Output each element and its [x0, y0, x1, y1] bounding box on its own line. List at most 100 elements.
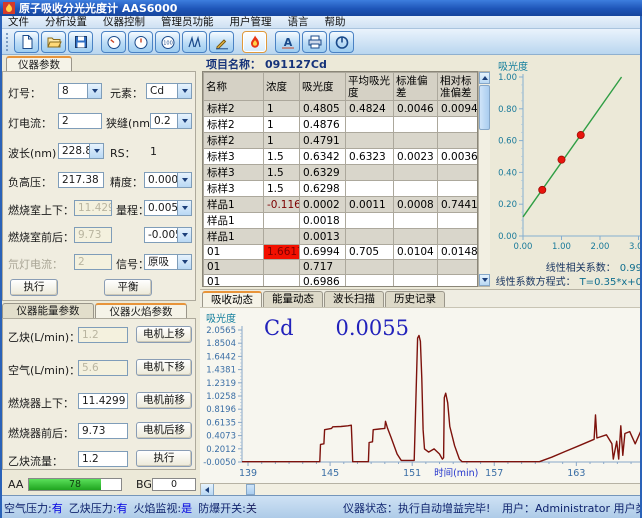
svg-text:0.00: 0.00 [514, 242, 533, 252]
table-row[interactable]: 标样210.4791 [204, 133, 479, 149]
menu-item-0[interactable]: 文件 [0, 16, 37, 29]
svg-text:A: A [283, 36, 292, 49]
chevron-down-icon[interactable] [177, 201, 191, 215]
svg-text:0.6135: 0.6135 [206, 418, 236, 428]
svg-text:100: 100 [163, 40, 173, 46]
table-row[interactable]: 标样31.50.63420.63230.00230.0036 [204, 149, 479, 165]
signal-select[interactable]: 原吸 [144, 254, 192, 270]
menu-item-6[interactable]: 帮助 [317, 16, 354, 29]
slit-select[interactable]: 0.2 [150, 113, 192, 129]
flame-execute-button[interactable]: 执行 [136, 450, 192, 467]
balance-button[interactable]: 平衡 [104, 279, 152, 296]
instrument-panel: 仪器参数 灯号： 8 元素： Cd 灯电流： 2 狭缝(nm)： 0.2 波长(… [0, 55, 200, 495]
menu-item-5[interactable]: 语言 [280, 16, 317, 29]
element-label: 元素： [110, 85, 143, 101]
cell-name: 样品1 [204, 197, 264, 213]
neg-hv-input[interactable]: 217.38 [58, 172, 104, 188]
lamp-no-select[interactable]: 8 [58, 83, 102, 99]
wavelength-scan-button[interactable] [182, 31, 207, 53]
motor-forward-button[interactable]: 电机前移 [136, 392, 192, 409]
dynamics-tab-strip: 吸收动态能量动态波长扫描历史记录 [202, 291, 446, 307]
meter-2-button[interactable] [128, 31, 153, 53]
motor-up-button[interactable]: 电机上移 [136, 326, 192, 343]
chevron-down-icon[interactable] [89, 144, 103, 158]
chevron-down-icon[interactable] [177, 255, 191, 269]
svg-text:0.2012: 0.2012 [206, 445, 236, 455]
window-title: 原子吸收分光光度计 AAS6000 [19, 0, 177, 16]
chevron-down-icon[interactable] [177, 84, 191, 98]
precision-select[interactable]: 0.0000 [144, 172, 192, 188]
new-file-button[interactable] [14, 31, 39, 53]
table-row[interactable]: 标样210.4876 [204, 117, 479, 133]
col-header[interactable]: 名称 [204, 73, 264, 101]
table-row[interactable]: 样品10.0013 [204, 229, 479, 245]
open-folder-button[interactable] [41, 31, 66, 53]
dyn-tab-1[interactable]: 能量动态 [263, 291, 323, 307]
calibration-panel: 吸光度 0.000.200.400.600.801.000.001.002.00… [490, 55, 642, 289]
scroll-left-icon[interactable] [201, 484, 214, 495]
cell-rsd [438, 229, 479, 245]
scroll-thumb[interactable] [479, 85, 490, 130]
motor-back-button[interactable]: 电机后移 [136, 422, 192, 439]
status-value: 有 [116, 502, 127, 515]
title-bar[interactable]: 原子吸收分光光度计 AAS6000 [0, 0, 642, 16]
dyn-tab-0[interactable]: 吸收动态 [202, 291, 262, 307]
printer-button[interactable] [302, 31, 327, 53]
col-header[interactable]: 吸光度 [300, 73, 346, 101]
menu-item-2[interactable]: 仪器控制 [95, 16, 153, 29]
col-header[interactable]: 相对标准偏差 [438, 73, 479, 101]
table-row[interactable]: 样品1-0.11640.00020.00110.00080.7441 [204, 197, 479, 213]
execute-button[interactable]: 执行 [10, 279, 58, 296]
burner-ud-label: 燃烧器上下： [8, 395, 74, 411]
d2-current-input: 2 [74, 254, 112, 270]
lamp-current-label: 灯电流： [8, 115, 52, 131]
rs-value: 1 [150, 145, 157, 158]
align-tool-button[interactable] [209, 31, 234, 53]
motor-down-button[interactable]: 电机下移 [136, 359, 192, 376]
flame-icon [247, 34, 263, 50]
chevron-down-icon[interactable] [87, 84, 101, 98]
chevron-down-icon[interactable] [177, 114, 191, 128]
table-row[interactable]: 标样31.50.6329 [204, 165, 479, 181]
table-row[interactable]: 010.717 [204, 260, 479, 275]
svg-text:157: 157 [485, 468, 503, 479]
range2-select[interactable]: -0.0050 [144, 227, 192, 243]
power-button[interactable] [329, 31, 354, 53]
auto-zero-button[interactable]: A [275, 31, 300, 53]
scroll-thumb[interactable] [246, 484, 255, 495]
burner-ud-input[interactable]: 11.4299 [78, 393, 128, 409]
scroll-up-icon[interactable] [479, 72, 490, 84]
flame-ignite-button[interactable] [242, 31, 267, 53]
save-button[interactable] [68, 31, 93, 53]
table-row[interactable]: 样品10.0018 [204, 213, 479, 229]
chevron-down-icon[interactable] [177, 228, 191, 242]
dyn-tab-2[interactable]: 波长扫描 [324, 291, 384, 307]
toolbar-grip[interactable] [6, 33, 9, 51]
table-row[interactable]: 011.66170.69940.7050.01040.0148 [204, 245, 479, 260]
element-select[interactable]: Cd [146, 83, 192, 99]
wavelength-select[interactable]: 228.8 [58, 143, 104, 159]
col-header[interactable]: 浓度 [264, 73, 300, 101]
table-row[interactable]: 标样31.50.6298 [204, 181, 479, 197]
param-tab-1[interactable]: 仪器火焰参数 [95, 303, 187, 318]
menu-item-3[interactable]: 管理员功能 [153, 16, 222, 29]
col-header[interactable]: 平均吸光度 [346, 73, 394, 101]
chevron-down-icon[interactable] [177, 173, 191, 187]
burner-fb-input[interactable]: 9.73 [78, 423, 128, 439]
dyn-tab-3[interactable]: 历史记录 [385, 291, 445, 307]
table-row[interactable]: 010.6986 [204, 275, 479, 288]
tab-instrument-params[interactable]: 仪器参数 [6, 56, 72, 71]
range-select[interactable]: 0.0050 [144, 200, 192, 216]
meter-1-button[interactable] [101, 31, 126, 53]
param-tab-0[interactable]: 仪器能量参数 [2, 303, 94, 318]
status-label: 乙炔压力: [69, 502, 117, 515]
col-header[interactable]: 标准偏差 [394, 73, 438, 101]
c2h2-flow-input[interactable]: 1.2 [78, 451, 128, 467]
status-label: 空气压力: [4, 502, 52, 515]
meter-100-button[interactable]: 100 [155, 31, 180, 53]
menu-item-1[interactable]: 分析设置 [37, 16, 95, 29]
table-row[interactable]: 标样210.48050.48240.00460.0094 [204, 101, 479, 117]
precision-label: 精度： [110, 174, 143, 190]
lamp-current-input[interactable]: 2 [58, 113, 102, 129]
menu-item-4[interactable]: 用户管理 [222, 16, 280, 29]
